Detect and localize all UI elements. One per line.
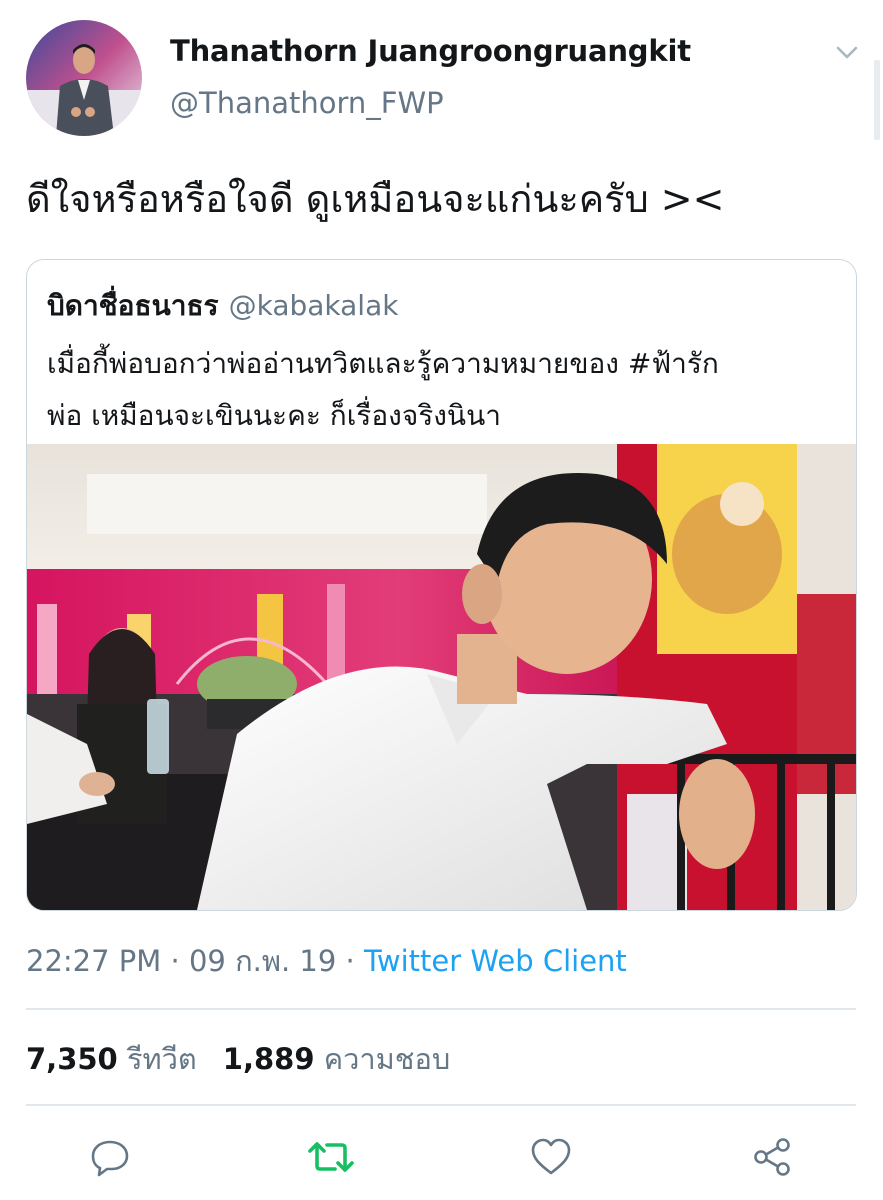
quoted-tweet-text: เมื่อกี้พ่อบอกว่าพ่ออ่านทวิตและรู้ความหม… bbox=[47, 338, 837, 442]
likes-stat[interactable]: 1,889 ความชอบ bbox=[223, 1042, 451, 1076]
meta-separator: · bbox=[170, 944, 180, 978]
quoted-author-handle: @kabakalak bbox=[228, 289, 399, 322]
tweet-date: 09 ก.พ. 19 bbox=[188, 944, 337, 978]
author-handle[interactable]: @Thanathorn_FWP bbox=[170, 86, 444, 120]
retweets-label: รีทวีต bbox=[126, 1042, 197, 1076]
avatar[interactable] bbox=[26, 20, 142, 136]
meta-separator: · bbox=[345, 944, 355, 978]
retweet-button[interactable] bbox=[307, 1133, 355, 1181]
reply-button[interactable] bbox=[86, 1133, 134, 1181]
tweet-time: 22:27 PM bbox=[26, 944, 162, 978]
tweet-client-link[interactable]: Twitter Web Client bbox=[364, 944, 627, 978]
share-icon bbox=[754, 1138, 790, 1176]
edge-artifact bbox=[874, 60, 880, 140]
quoted-tweet-card[interactable]: บิดาชื่อธนาธร @kabakalak เมื่อกี้พ่อบอกว่… bbox=[26, 259, 857, 911]
share-button[interactable] bbox=[748, 1133, 796, 1181]
quoted-text-line-2: พ่อ เหมือนจะเขินนะคะ ก็เรื่องจริงนินา bbox=[47, 399, 501, 432]
tweet-stats: 7,350 รีทวีต 1,889 ความชอบ bbox=[26, 1036, 450, 1082]
likes-label: ความชอบ bbox=[323, 1042, 451, 1076]
chevron-down-icon bbox=[836, 46, 858, 59]
tweet-text: ดีใจหรือหรือใจดี ดูเหมือนจะแก่นะครับ >< bbox=[26, 177, 725, 221]
quoted-author-name: บิดาชื่อธนาธร bbox=[47, 289, 219, 322]
retweets-stat[interactable]: 7,350 รีทวีต bbox=[26, 1042, 197, 1076]
avatar-image bbox=[26, 20, 142, 136]
retweet-icon bbox=[308, 1142, 354, 1172]
quoted-tweet-photo[interactable] bbox=[27, 444, 856, 910]
author-display-name[interactable]: Thanathorn Juangroongruangkit bbox=[170, 34, 691, 68]
likes-count: 1,889 bbox=[222, 1042, 315, 1076]
heart-icon bbox=[531, 1138, 571, 1175]
like-button[interactable] bbox=[527, 1133, 575, 1181]
tweet-options-button[interactable] bbox=[830, 38, 864, 68]
quoted-tweet-header: บิดาชื่อธนาธร @kabakalak bbox=[47, 284, 398, 328]
retweets-count: 7,350 bbox=[26, 1042, 118, 1076]
quoted-text-line-1: เมื่อกี้พ่อบอกว่าพ่ออ่านทวิตและรู้ความหม… bbox=[47, 347, 719, 380]
reply-icon bbox=[91, 1140, 129, 1177]
divider bbox=[26, 1104, 856, 1106]
divider bbox=[26, 1008, 856, 1010]
tweet-meta: 22:27 PM · 09 ก.พ. 19 · Twitter Web Clie… bbox=[26, 938, 627, 984]
